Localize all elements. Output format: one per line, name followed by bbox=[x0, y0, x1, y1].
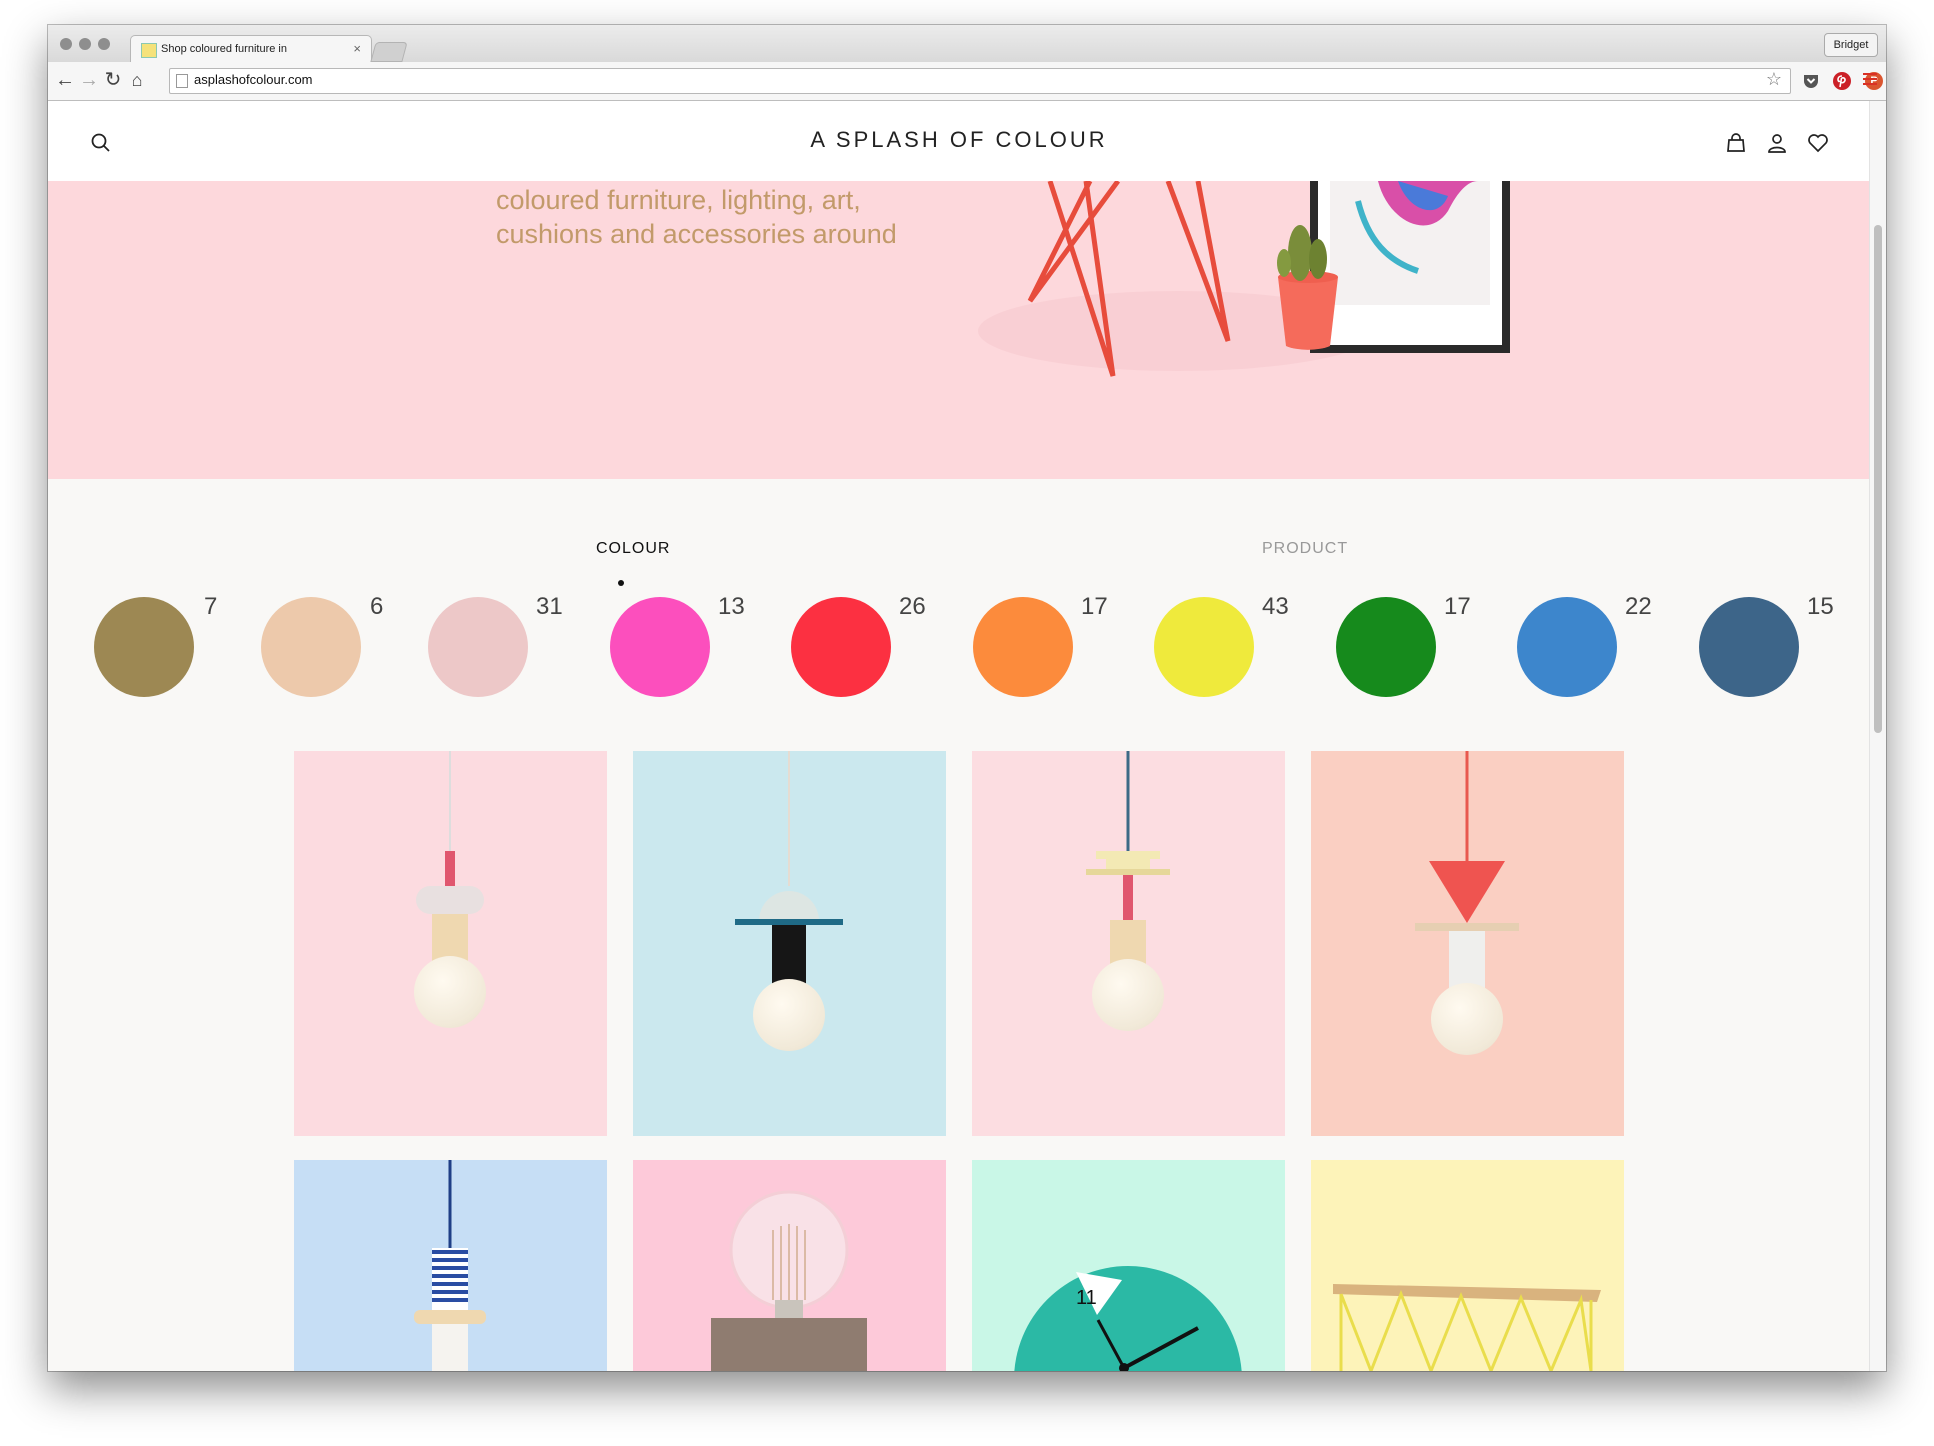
pinterest-icon[interactable] bbox=[1833, 72, 1851, 90]
tab-title: Shop coloured furniture in bbox=[161, 43, 287, 55]
home-icon[interactable]: ⌂ bbox=[126, 68, 148, 92]
hero-image bbox=[978, 181, 1510, 377]
colour-count: 13 bbox=[718, 593, 745, 620]
plant-pot bbox=[1278, 277, 1338, 350]
site-favicon-icon bbox=[141, 43, 157, 58]
page-icon bbox=[176, 74, 188, 88]
product-tile-yellow-console-table[interactable] bbox=[1311, 1160, 1624, 1371]
colour-swatch-magenta[interactable] bbox=[610, 597, 710, 697]
colour-count: 43 bbox=[1262, 593, 1289, 620]
colour-count: 7 bbox=[204, 593, 218, 620]
console-table-image bbox=[1333, 1284, 1601, 1371]
product-tile-blue-stripe-pendant-lamp[interactable] bbox=[294, 1160, 607, 1371]
zoom-window-button[interactable] bbox=[98, 38, 110, 50]
title-bar: Shop coloured furniture in × Bridget bbox=[48, 25, 1886, 63]
colour-swatch-yellow[interactable] bbox=[1154, 597, 1254, 697]
colour-count: 31 bbox=[536, 593, 563, 620]
product-tile-concrete-bulb-lamp[interactable] bbox=[633, 1160, 946, 1371]
light-bulb bbox=[1431, 983, 1503, 1055]
minimize-window-button[interactable] bbox=[79, 38, 91, 50]
menu-icon[interactable] bbox=[1863, 72, 1877, 86]
tab-close-icon[interactable]: × bbox=[353, 41, 361, 56]
new-tab-button[interactable] bbox=[370, 42, 408, 62]
light-bulb bbox=[1092, 959, 1164, 1031]
profile-button[interactable]: Bridget bbox=[1824, 33, 1878, 57]
tab-colour[interactable]: COLOUR bbox=[596, 540, 670, 558]
product-tile-cream-pendant-lamp[interactable] bbox=[972, 751, 1285, 1136]
pendant-lamp-image bbox=[735, 751, 843, 985]
clock-number: 11 bbox=[1076, 1287, 1097, 1309]
product-tile-coral-cone-pendant-lamp[interactable] bbox=[1311, 751, 1624, 1136]
account-icon[interactable] bbox=[1765, 131, 1789, 155]
light-bulb bbox=[753, 979, 825, 1051]
wire-table-leg-2 bbox=[1027, 181, 1121, 303]
hero-text: coloured furniture, lighting, art, cushi… bbox=[496, 183, 897, 251]
site-header: A SPLASH OF COLOUR bbox=[48, 101, 1870, 181]
cactus bbox=[1288, 225, 1312, 281]
wall-clock-image bbox=[1014, 1266, 1242, 1371]
colour-swatch-green[interactable] bbox=[1336, 597, 1436, 697]
product-tile-teal-wall-clock[interactable]: 11 bbox=[972, 1160, 1285, 1371]
colour-swatch-olive[interactable] bbox=[94, 597, 194, 697]
page-scrollbar[interactable] bbox=[1869, 101, 1886, 1371]
colour-count: 6 bbox=[370, 593, 384, 620]
back-arrow-icon[interactable]: ← bbox=[54, 68, 76, 92]
colour-swatch-peach[interactable] bbox=[261, 597, 361, 697]
colour-swatch-navy[interactable] bbox=[1699, 597, 1799, 697]
browser-window: Shop coloured furniture in × Bridget ← →… bbox=[48, 25, 1886, 1371]
pendant-lamp-image bbox=[1086, 751, 1170, 964]
product-tile-pink-pendant-lamp[interactable] bbox=[294, 751, 607, 1136]
pendant-lamp-image bbox=[414, 1160, 486, 1371]
colour-count: 26 bbox=[899, 593, 926, 620]
pocket-icon[interactable] bbox=[1802, 72, 1820, 90]
pendant-lamp-image bbox=[1415, 751, 1519, 989]
browser-toolbar: ← → ↻ ⌂ asplashofcolour.com ☆ P bbox=[48, 62, 1886, 101]
site-logo[interactable]: A SPLASH OF COLOUR bbox=[48, 127, 1870, 153]
hero-text-line-1: coloured furniture, lighting, art, bbox=[496, 185, 861, 215]
colour-swatch-blush[interactable] bbox=[428, 597, 528, 697]
active-tab-indicator bbox=[618, 580, 624, 586]
colour-swatch-red[interactable] bbox=[791, 597, 891, 697]
colour-count: 17 bbox=[1081, 593, 1108, 620]
shopping-bag-icon[interactable] bbox=[1724, 131, 1748, 155]
colour-count: 17 bbox=[1444, 593, 1471, 620]
close-window-button[interactable] bbox=[60, 38, 72, 50]
product-tile-teal-pendant-lamp[interactable] bbox=[633, 751, 946, 1136]
light-bulb bbox=[414, 956, 486, 1028]
scrollbar-thumb[interactable] bbox=[1874, 225, 1882, 733]
hero-banner: coloured furniture, lighting, art, cushi… bbox=[48, 181, 1870, 479]
page-content: A SPLASH OF COLOUR coloured furniture, l… bbox=[48, 101, 1870, 1371]
colour-count: 15 bbox=[1807, 593, 1834, 620]
colour-count: 22 bbox=[1625, 593, 1652, 620]
browser-tab[interactable]: Shop coloured furniture in × bbox=[130, 35, 372, 63]
pendant-lamp-image bbox=[416, 751, 484, 962]
colour-swatch-blue[interactable] bbox=[1517, 597, 1617, 697]
address-bar[interactable]: asplashofcolour.com ☆ bbox=[169, 68, 1791, 94]
colour-swatch-orange[interactable] bbox=[973, 597, 1073, 697]
wishlist-heart-icon[interactable] bbox=[1806, 131, 1830, 155]
reload-icon[interactable]: ↻ bbox=[102, 68, 124, 92]
url-text: asplashofcolour.com bbox=[194, 72, 313, 87]
hero-text-line-2: cushions and accessories around bbox=[496, 219, 897, 249]
tab-product[interactable]: PRODUCT bbox=[1262, 540, 1348, 558]
forward-arrow-icon[interactable]: → bbox=[78, 68, 100, 92]
bulb-lamp-image bbox=[711, 1190, 867, 1371]
bookmark-star-icon[interactable]: ☆ bbox=[1766, 69, 1782, 90]
